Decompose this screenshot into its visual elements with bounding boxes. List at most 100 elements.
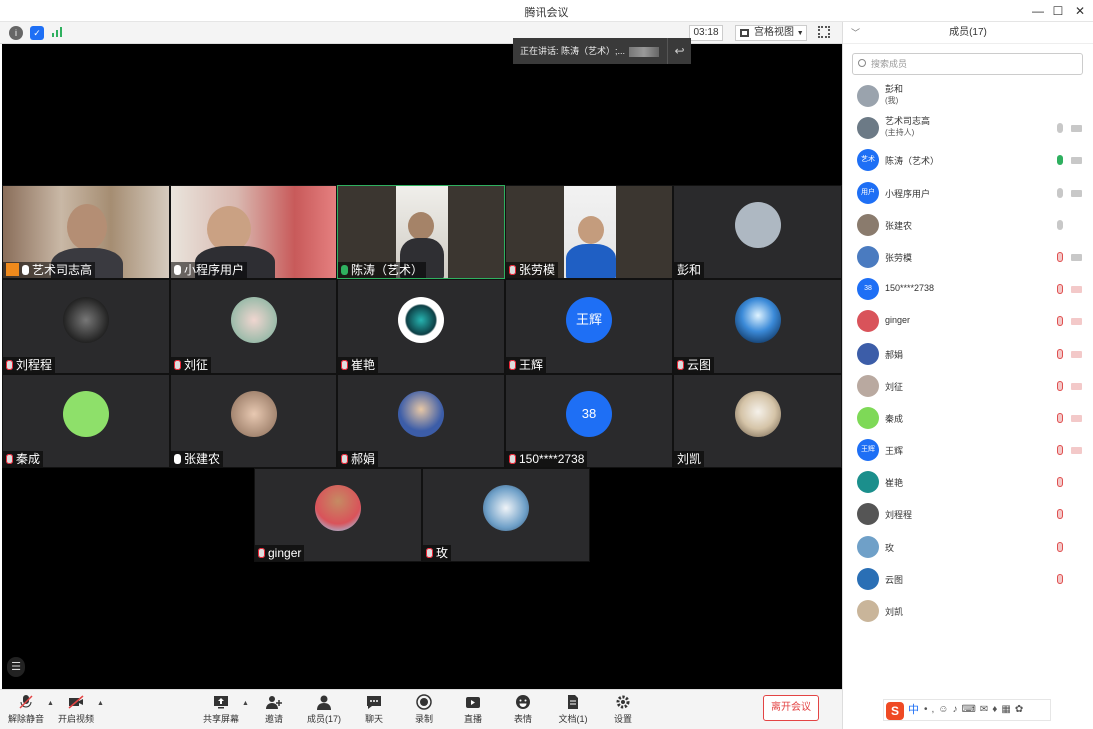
camera-icon[interactable] bbox=[1071, 189, 1082, 197]
member-row[interactable]: 张劳模 bbox=[843, 241, 1093, 273]
members-button[interactable]: 成员(17) bbox=[306, 692, 342, 728]
avatar bbox=[734, 296, 781, 343]
camera-off-icon[interactable] bbox=[1071, 447, 1082, 455]
shield-icon[interactable]: ✓ bbox=[30, 26, 44, 40]
close-icon[interactable]: ✕ bbox=[1070, 2, 1090, 20]
share-screen-button[interactable]: 共享屏幕 bbox=[203, 692, 239, 728]
minimize-icon[interactable]: — bbox=[1028, 2, 1048, 20]
mic-muted-icon[interactable] bbox=[1057, 477, 1063, 488]
member-row[interactable]: 张建农 bbox=[843, 209, 1093, 241]
mic-icon[interactable] bbox=[1057, 123, 1063, 134]
video-tile[interactable]: 崔艳 bbox=[337, 279, 505, 374]
camera-icon[interactable] bbox=[1071, 253, 1082, 261]
fullscreen-icon[interactable] bbox=[818, 26, 830, 38]
video-tile[interactable]: 王辉 王辉 bbox=[505, 279, 673, 374]
member-row[interactable]: 郝娟 bbox=[843, 338, 1093, 370]
share-options-icon[interactable]: ▲ bbox=[242, 700, 249, 707]
video-tile[interactable]: 艺术司志高 bbox=[2, 185, 170, 279]
mic-muted-icon[interactable] bbox=[1057, 445, 1063, 456]
camera-icon[interactable] bbox=[1071, 157, 1082, 165]
member-row[interactable]: 刘征 bbox=[843, 370, 1093, 402]
mic-muted-icon[interactable] bbox=[1057, 284, 1063, 295]
mic-muted-icon[interactable] bbox=[1057, 316, 1063, 327]
member-row[interactable]: 云图 bbox=[843, 563, 1093, 595]
tile-name: 刘凯 bbox=[674, 451, 705, 467]
member-row[interactable]: ginger bbox=[843, 305, 1093, 337]
signal-icon[interactable] bbox=[50, 26, 64, 40]
start-video-button[interactable]: 开启视频 bbox=[58, 692, 94, 728]
chat-button[interactable]: 聊天 bbox=[360, 692, 388, 728]
member-row[interactable]: 崔艳 bbox=[843, 466, 1093, 498]
member-avatar: 艺术 bbox=[857, 149, 879, 172]
mic-icon[interactable] bbox=[1057, 219, 1063, 230]
video-tile[interactable]: 彭和 bbox=[673, 185, 842, 279]
list-icon[interactable]: ☰ bbox=[7, 657, 25, 677]
avatar bbox=[315, 485, 361, 531]
video-tile[interactable]: 刘征 bbox=[170, 279, 337, 374]
ime-toolbar[interactable]: S 中 •,☺♪⌨✉♦▦✿ bbox=[883, 699, 1051, 721]
view-mode-button[interactable]: 宫格视图 ▼ bbox=[735, 25, 807, 41]
reactions-button[interactable]: 表情 bbox=[509, 692, 537, 728]
member-row[interactable]: 王辉 王辉 bbox=[843, 434, 1093, 466]
documents-button[interactable]: 文档(1) bbox=[556, 692, 590, 728]
mic-muted-icon[interactable] bbox=[1057, 412, 1063, 423]
video-tile[interactable]: 张建农 bbox=[170, 374, 337, 468]
video-tile[interactable]: 玫 bbox=[422, 468, 590, 562]
maximize-icon[interactable]: ☐ bbox=[1048, 2, 1068, 20]
member-row[interactable]: 艺术司志高 (主持人) bbox=[843, 112, 1093, 144]
member-search-input[interactable]: 搜索成员 bbox=[852, 53, 1083, 75]
camera-off-icon[interactable] bbox=[1071, 350, 1082, 358]
record-button[interactable]: 录制 bbox=[410, 692, 438, 728]
camera-off-icon[interactable] bbox=[1071, 318, 1082, 326]
leave-meeting-button[interactable]: 离开会议 bbox=[763, 695, 819, 721]
member-row[interactable]: 刘程程 bbox=[843, 498, 1093, 530]
mic-muted-icon[interactable] bbox=[1057, 509, 1063, 520]
member-row[interactable]: 玫 bbox=[843, 531, 1093, 563]
member-row[interactable]: 秦成 bbox=[843, 402, 1093, 434]
mic-muted-icon[interactable] bbox=[1057, 251, 1063, 262]
camera-off-icon[interactable] bbox=[1071, 414, 1082, 422]
member-row[interactable]: 38 150****2738 bbox=[843, 273, 1093, 305]
mic-icon[interactable] bbox=[1057, 187, 1063, 198]
collapse-icon[interactable]: ↩ bbox=[667, 38, 691, 64]
member-row[interactable]: 彭和 (我) bbox=[843, 80, 1093, 112]
video-tile[interactable]: 刘凯 bbox=[673, 374, 842, 468]
video-tile[interactable]: 刘程程 bbox=[2, 279, 170, 374]
camera-off-icon[interactable] bbox=[1071, 286, 1082, 294]
camera-off-icon[interactable] bbox=[1071, 382, 1082, 390]
live-button[interactable]: 直播 bbox=[459, 692, 487, 728]
video-options-icon[interactable]: ▲ bbox=[97, 700, 104, 707]
mic-muted-icon[interactable] bbox=[1057, 573, 1063, 584]
unmute-options-icon[interactable]: ▲ bbox=[47, 700, 54, 707]
video-tile[interactable]: 张劳模 bbox=[505, 185, 673, 279]
mic-muted-icon[interactable] bbox=[1057, 348, 1063, 359]
member-row[interactable]: 用户 小程序用户 bbox=[843, 177, 1093, 209]
video-tile-active-speaker[interactable]: 陈涛（艺术） bbox=[337, 185, 505, 279]
unmute-button[interactable]: 解除静音 bbox=[8, 692, 44, 728]
member-name: 秦成 bbox=[885, 413, 904, 424]
mic-icon[interactable] bbox=[1057, 155, 1063, 166]
video-tile[interactable]: ginger bbox=[254, 468, 422, 562]
grid-icon bbox=[740, 29, 749, 37]
member-row[interactable]: 刘凯 bbox=[843, 595, 1093, 627]
chevron-down-icon[interactable]: ﹀ bbox=[851, 22, 860, 44]
video-stage: 艺术司志高 小程序用户 陈涛（艺术） 张劳模 彭和 刘程程 刘征 崔艳 王辉 王… bbox=[2, 44, 842, 689]
avatar bbox=[734, 202, 781, 248]
avatar bbox=[63, 391, 109, 437]
video-tile[interactable]: 郝娟 bbox=[337, 374, 505, 468]
mic-muted-icon bbox=[341, 454, 348, 464]
member-name: 彭和 (我) bbox=[885, 84, 904, 105]
invite-button[interactable]: 邀请 bbox=[258, 692, 290, 728]
member-row[interactable]: 艺术 陈涛（艺术） bbox=[843, 144, 1093, 176]
mic-muted-icon[interactable] bbox=[1057, 541, 1063, 552]
mic-icon bbox=[22, 265, 29, 275]
settings-button[interactable]: 设置 bbox=[609, 692, 637, 728]
video-tile[interactable]: 云图 bbox=[673, 279, 842, 374]
info-icon[interactable]: i bbox=[9, 26, 23, 40]
camera-icon[interactable] bbox=[1071, 125, 1082, 133]
mic-muted-icon[interactable] bbox=[1057, 380, 1063, 391]
video-tile[interactable]: 38 150****2738 bbox=[505, 374, 673, 468]
video-tile[interactable]: 秦成 bbox=[2, 374, 170, 468]
video-tile[interactable]: 小程序用户 bbox=[170, 185, 337, 279]
avatar bbox=[230, 296, 277, 343]
